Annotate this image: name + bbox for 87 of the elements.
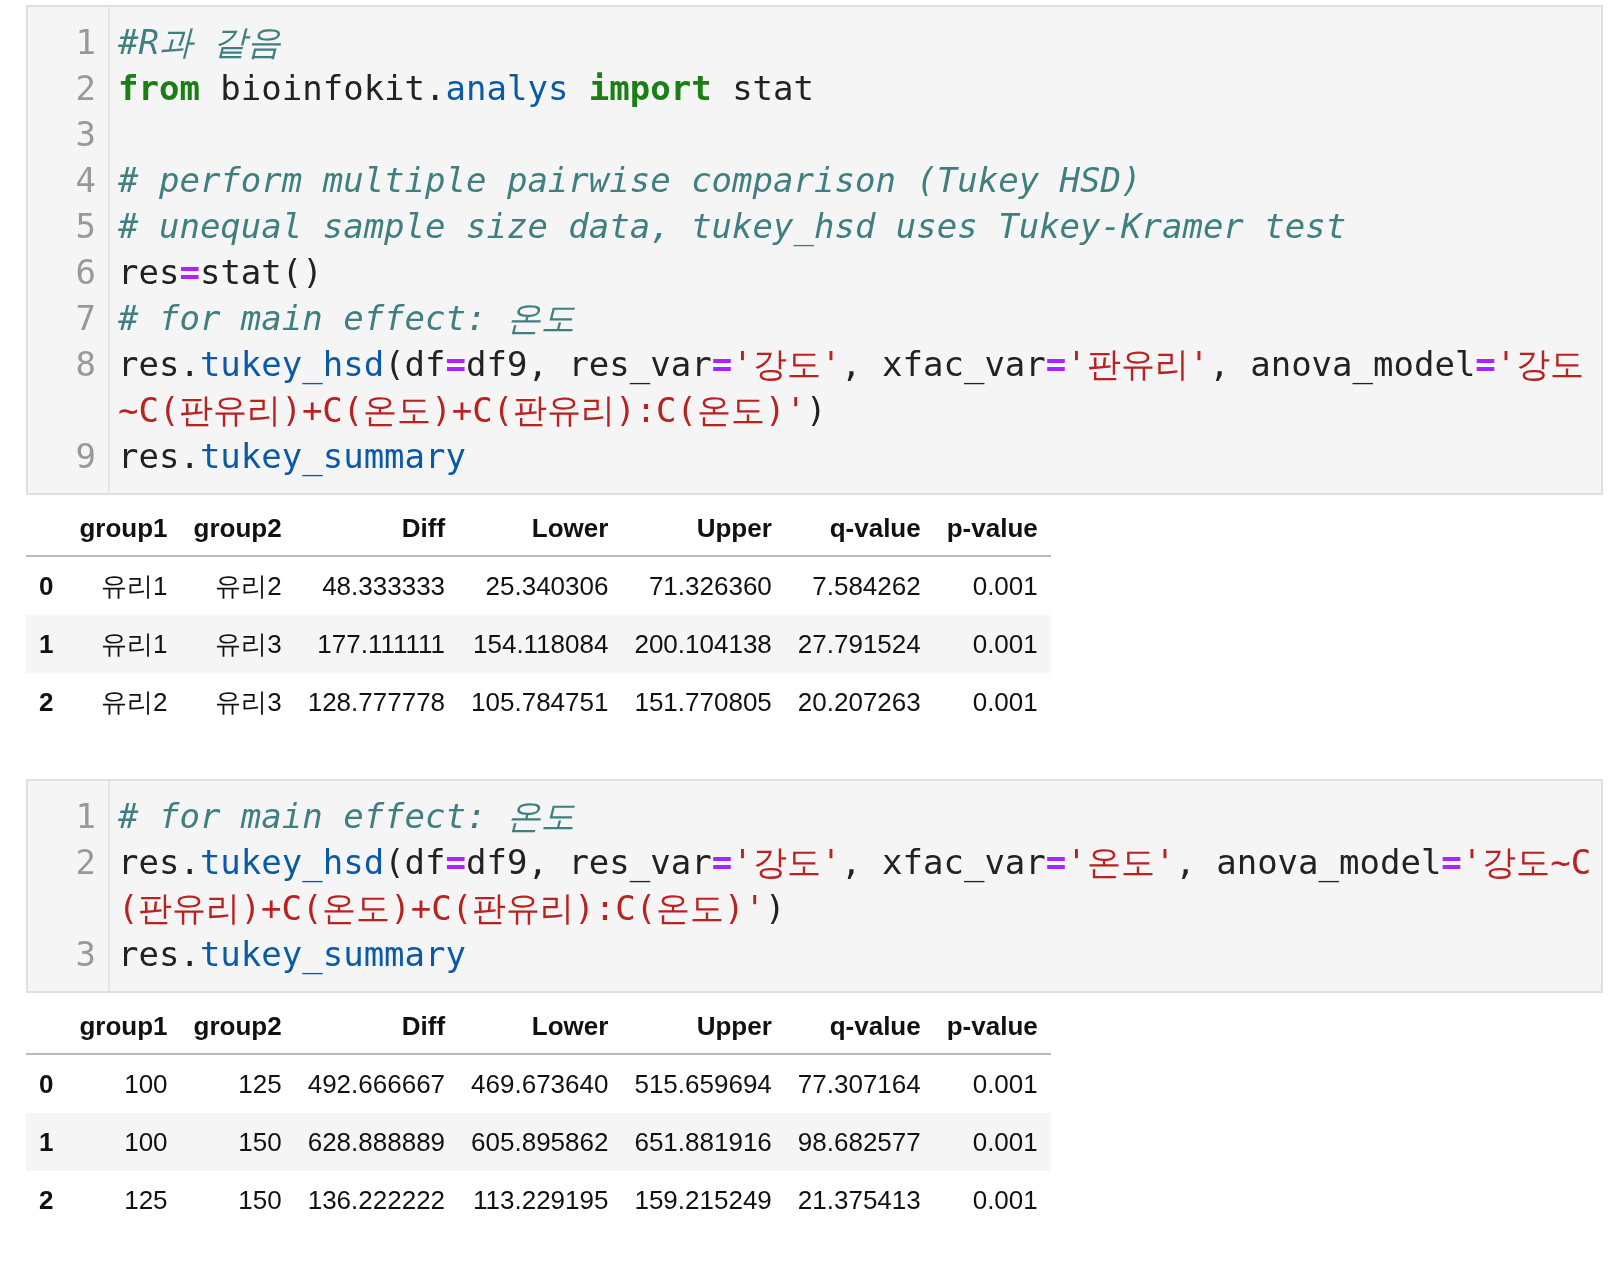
table-cell: 113.229195 — [473, 1185, 609, 1215]
table-cell: 27.791524 — [797, 629, 921, 659]
table-cell: 유리2 — [101, 687, 168, 717]
line-number: 5 — [75, 206, 96, 246]
table-cell: 유리1 — [101, 629, 168, 659]
table-cell: 151.770805 — [634, 687, 772, 717]
code-line: res=stat() — [118, 252, 323, 292]
table-cell: 유리1 — [101, 571, 168, 601]
code-cell[interactable]: 1 # for main effect: 온도 2 res.tukey_hsd(df=df9, res_var='강도', xfac_var='온도', anova_model='강도~C(판유리)+C(온도)+C(판유리):C(온도)') 3 res.tukey_summary — [26, 779, 1603, 993]
code-line: # unequal sample size data, tukey_hsd uses Tukey-Kramer test — [118, 206, 1347, 246]
row-index: 2 — [39, 1185, 54, 1215]
row-index: 1 — [39, 629, 54, 659]
line-number: 8 — [75, 344, 96, 384]
table-cell: 105.784751 — [471, 687, 609, 717]
table-cell: 159.215249 — [634, 1185, 772, 1215]
table-cell: 125 — [124, 1185, 168, 1215]
column-header: group1 — [79, 513, 168, 543]
line-number: 1 — [75, 796, 96, 836]
table-cell: 0.001 — [972, 629, 1038, 659]
column-header: p-value — [946, 1011, 1038, 1041]
row-index: 0 — [39, 1069, 54, 1099]
table-cell: 651.881916 — [634, 1127, 772, 1157]
line-number: 2 — [75, 842, 96, 882]
table-cell: 125 — [238, 1069, 282, 1099]
table-cell: 21.375413 — [797, 1185, 921, 1215]
code-line: res.tukey_summary — [118, 934, 466, 974]
code-line: # for main effect: 온도 — [118, 796, 575, 836]
table-cell: 150 — [238, 1185, 282, 1215]
table-cell: 469.673640 — [471, 1069, 609, 1099]
column-header: Upper — [696, 513, 772, 543]
line-number: 2 — [75, 68, 96, 108]
table-cell: 유리3 — [215, 629, 282, 659]
line-number: 7 — [75, 298, 96, 338]
table-cell: 71.326360 — [648, 571, 772, 601]
line-number: 9 — [75, 436, 96, 476]
column-header: Lower — [531, 513, 609, 543]
code-line: res.tukey_hsd(df=df9, res_var='강도', xfac_var='판유리', anova_model='강도~C(판유리)+C(온도)+C(판유리):C(온도)') — [118, 344, 1585, 430]
table-cell: 128.777778 — [307, 687, 446, 717]
row-index: 2 — [39, 687, 54, 717]
table-cell: 25.340306 — [485, 571, 609, 601]
column-header: q-value — [829, 1011, 921, 1041]
table-cell: 98.682577 — [797, 1127, 921, 1157]
table-cell: 100 — [124, 1127, 168, 1157]
code-cell[interactable] — [26, 5, 1603, 495]
table-cell: 0.001 — [972, 687, 1038, 717]
table-cell: 48.333333 — [322, 571, 446, 601]
line-number: 3 — [75, 114, 96, 154]
table-cell: 177.111111 — [317, 629, 446, 659]
line-number: 4 — [75, 160, 96, 200]
table-cell: 유리2 — [215, 571, 282, 601]
table-cell: 유리3 — [215, 687, 282, 717]
table-cell: 492.666667 — [307, 1069, 446, 1099]
table-cell: 0.001 — [972, 1127, 1038, 1157]
line-number: 6 — [75, 252, 96, 292]
table-cell: 200.104138 — [634, 629, 772, 659]
table-cell: 136.222222 — [307, 1185, 446, 1215]
table-cell: 20.207263 — [797, 687, 921, 717]
column-header: Lower — [531, 1011, 609, 1041]
line-number: 1 — [75, 22, 96, 62]
table-cell: 154.118084 — [473, 629, 609, 659]
column-header: Upper — [696, 1011, 772, 1041]
column-header: group1 — [79, 1011, 168, 1041]
table-cell: 0.001 — [972, 1185, 1038, 1215]
table-cell: 515.659694 — [634, 1069, 772, 1099]
column-header: group2 — [193, 1011, 282, 1041]
row-index: 0 — [39, 571, 54, 601]
code-line: res.tukey_hsd(df=df9, res_var='강도', xfac_var='온도', anova_model='강도~C(판유리)+C(온도)+C(판유리):C(온도)') — [118, 842, 1592, 928]
table-cell: 605.895862 — [471, 1127, 609, 1157]
code-line: # for main effect: 온도 — [118, 298, 575, 338]
column-header: p-value — [946, 513, 1038, 543]
table-cell: 150 — [238, 1127, 282, 1157]
code-line: # perform multiple pairwise comparison (Tukey HSD) — [118, 160, 1142, 200]
column-header: Diff — [401, 513, 446, 543]
column-header: q-value — [829, 513, 921, 543]
table-cell: 0.001 — [972, 571, 1038, 601]
table-cell: 77.307164 — [797, 1069, 921, 1099]
code-line: #R과 같음 — [118, 22, 282, 62]
code-line: res.tukey_summary — [118, 436, 466, 476]
table-cell: 628.888889 — [307, 1127, 446, 1157]
line-number: 3 — [75, 934, 96, 974]
column-header: Diff — [401, 1011, 446, 1041]
table-cell: 100 — [124, 1069, 168, 1099]
table-cell: 0.001 — [972, 1069, 1038, 1099]
column-header: group2 — [193, 513, 282, 543]
code-line: from bioinfokit.analys import stat — [118, 68, 814, 108]
table-cell: 7.584262 — [812, 571, 921, 601]
row-index: 1 — [39, 1127, 54, 1157]
